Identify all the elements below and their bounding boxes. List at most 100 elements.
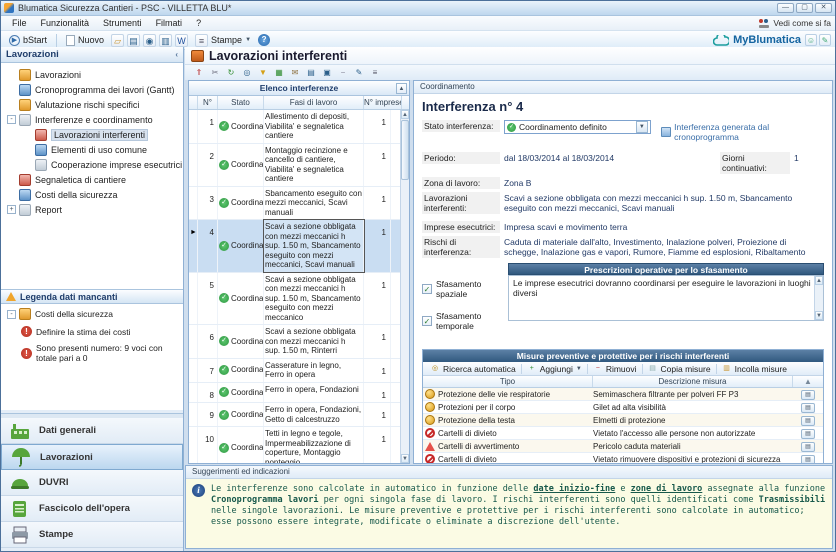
nav-stampe[interactable]: Stampe (1, 522, 183, 548)
collapse-list-icon[interactable]: ▲ (396, 83, 407, 94)
row-selector[interactable] (189, 144, 198, 186)
measure-detail-button[interactable]: ▤ (801, 390, 815, 400)
incolla-misure-button[interactable]: ▥Incolla misure (719, 364, 790, 374)
sidebar-item-interferenze-e-coordinamento[interactable]: -Interferenze e coordinamento (1, 112, 183, 127)
menu-strumenti[interactable]: Strumenti (96, 17, 149, 29)
measure-row[interactable]: Protezione della testaElmetti di protezi… (423, 414, 823, 427)
stato-interferenza-select[interactable]: ✓ Coordinamento definito ▼ (504, 120, 651, 134)
close-button[interactable]: ✕ (815, 3, 832, 13)
checkbox-sfasamento-temporale[interactable]: ✓Sfasamento temporale (422, 311, 508, 331)
interference-row[interactable]: 8✓Coordina...Ferro in opera, Fondazioni1 (189, 383, 400, 404)
scroll-thumb[interactable] (401, 120, 409, 180)
generated-from-gantt-link[interactable]: Interferenza generata dal cronoprogramma (661, 120, 824, 142)
column-imprese[interactable]: N° imprese (364, 96, 402, 109)
row-selector[interactable] (189, 325, 198, 358)
profile-icon[interactable]: ☺ (805, 34, 817, 46)
column-n[interactable]: N° (198, 96, 218, 109)
copia-misure-button[interactable]: ▤Copia misure (645, 364, 714, 374)
measure-detail-button[interactable]: ▤ (801, 429, 815, 439)
interference-row[interactable]: 5✓Coordina...Scavi a sezione obbligata c… (189, 273, 400, 326)
collapse-sidebar-icon[interactable]: ‹ (175, 50, 178, 59)
filter-icon[interactable]: ▼ (257, 67, 269, 79)
expander-icon[interactable]: - (7, 115, 16, 124)
bstart-button[interactable]: ▶ bStart (5, 34, 51, 47)
interference-row[interactable]: 3✓Coordina...Sbancamento eseguito con me… (189, 187, 400, 221)
cut-icon[interactable]: ✂ (209, 67, 221, 79)
prescrizioni-textarea[interactable]: Le imprese esecutrici dovranno coordinar… (508, 275, 824, 321)
column-tipo[interactable]: Tipo (423, 376, 593, 387)
sidebar-item-lavorazioni[interactable]: Lavorazioni (1, 67, 183, 82)
attach-icon[interactable]: ⇑ (193, 67, 205, 79)
column-fasi[interactable]: Fasi di lavoro (264, 96, 364, 109)
sidebar-item-report[interactable]: +Report (1, 202, 183, 217)
sidebar-item-valutazione-rischi-specifici[interactable]: Valutazione rischi specifici (1, 97, 183, 112)
vedi-come-si-fa-link[interactable]: Vedi come si fa (759, 18, 831, 28)
row-selector[interactable] (189, 427, 198, 463)
collapse-icon[interactable]: - (7, 310, 16, 319)
refresh-icon[interactable]: ↻ (225, 67, 237, 79)
measure-detail-button[interactable]: ▤ (801, 442, 815, 452)
list-scrollbar[interactable]: ▲ ▼ (400, 110, 409, 463)
minimize-button[interactable]: — (777, 3, 794, 13)
sidebar-item-cooperazione-imprese-esecutrici[interactable]: Cooperazione imprese esecutrici (1, 157, 183, 172)
measure-row[interactable]: Cartelli di divietoVietato rimuovere dis… (423, 453, 823, 464)
save-all-icon[interactable]: ◉ (143, 34, 156, 47)
scroll-down-icon[interactable]: ▼ (401, 454, 409, 463)
measure-row[interactable]: Protezione delle vie respiratorieSemimas… (423, 388, 823, 401)
nav-lavorazioni[interactable]: Lavorazioni (1, 444, 183, 470)
legend-group[interactable]: - Costi della sicurezza (7, 308, 183, 320)
interference-row[interactable]: 9✓Coordina...Ferro in opera, Fondazioni,… (189, 403, 400, 427)
menu-file[interactable]: File (5, 17, 34, 29)
separator-icon[interactable]: − (337, 67, 349, 79)
export-project-icon[interactable]: ▥ (159, 34, 172, 47)
sidebar-item-lavorazioni-interferenti[interactable]: Lavorazioni interferenti (1, 127, 183, 142)
column-stato[interactable]: Stato (218, 96, 264, 109)
measure-row[interactable]: Cartelli di avvertimentoPericolo caduta … (423, 440, 823, 453)
sidebar-item-segnaletica-di-cantiere[interactable]: Segnaletica di cantiere (1, 172, 183, 187)
window-layout-icon[interactable]: ▣ (321, 67, 333, 79)
rimuovi-button[interactable]: −Rimuovi (590, 364, 640, 374)
nav-duvri[interactable]: DUVRI (1, 470, 183, 496)
row-selector[interactable] (189, 383, 198, 403)
row-selector[interactable] (189, 187, 198, 220)
scroll-up-icon[interactable]: ▲ (815, 276, 823, 285)
word-export-icon[interactable]: W (175, 34, 188, 47)
coordination-tab[interactable]: Coordinamento (414, 81, 832, 94)
row-selector[interactable] (189, 359, 198, 382)
open-folder-icon[interactable]: ▱ (111, 34, 124, 47)
checkbox-icon[interactable]: ✓ (422, 316, 432, 326)
sidebar-item-costi-della-sicurezza[interactable]: Costi della sicurezza (1, 187, 183, 202)
save-icon[interactable]: ▤ (127, 34, 140, 47)
interference-row[interactable]: 2✓Coordina...Montaggio recinzione e canc… (189, 144, 400, 187)
interference-row[interactable]: 10✓Coordina...Tetti in legno e tegole, I… (189, 427, 400, 463)
sidebar-item-elementi-di-uso-comune[interactable]: Elementi di uso comune (1, 142, 183, 157)
nuovo-button[interactable]: Nuovo (62, 34, 108, 47)
checkbox-sfasamento-spaziale[interactable]: ✓Sfasamento spaziale (422, 279, 508, 299)
row-selector[interactable] (189, 273, 198, 325)
maximize-button[interactable]: ▢ (796, 3, 813, 13)
nav-fascicolo-dell-opera[interactable]: Fascicolo dell'opera (1, 496, 183, 522)
row-selector[interactable] (189, 110, 198, 143)
column-descrizione[interactable]: Descrizione misura (593, 376, 793, 387)
interference-row[interactable]: 6✓Coordina...Scavi a sezione obbligata c… (189, 325, 400, 359)
measure-row[interactable]: Protezioni per il corpoGilet ad alta vis… (423, 401, 823, 414)
sidebar-item-cronoprogramma-dei-lavori-gantt-[interactable]: Cronoprogramma dei lavori (Gantt) (1, 82, 183, 97)
prescrizioni-scrollbar[interactable]: ▲ ▼ (814, 276, 823, 320)
measure-detail-button[interactable]: ▤ (801, 416, 815, 426)
chevron-down-icon[interactable]: ▼ (636, 121, 648, 133)
apply-filter-icon[interactable]: ▦ (273, 67, 285, 79)
scroll-down-icon[interactable]: ▼ (815, 311, 823, 320)
feedback-icon[interactable]: ✎ (819, 34, 831, 46)
menu-?[interactable]: ? (189, 17, 208, 29)
scroll-up-icon[interactable]: ▲ (401, 110, 409, 119)
save-layout-icon[interactable]: ▤ (305, 67, 317, 79)
row-selector[interactable]: ► (189, 220, 198, 272)
help-button[interactable]: ? (258, 34, 270, 46)
menu-funzionalit[interactable]: Funzionalità (34, 17, 97, 29)
myblumatica-brand[interactable]: MyBlumatica ☺✎ (713, 34, 831, 46)
ricerca-automatica-button[interactable]: ◎Ricerca automatica (427, 364, 519, 374)
interference-row[interactable]: 1✓Coordina...Allestimento di depositi, V… (189, 110, 400, 144)
menu-filmati[interactable]: Filmati (149, 17, 190, 29)
measure-detail-button[interactable]: ▤ (801, 455, 815, 465)
measure-row[interactable]: Cartelli di divietoVietato l'accesso all… (423, 427, 823, 440)
